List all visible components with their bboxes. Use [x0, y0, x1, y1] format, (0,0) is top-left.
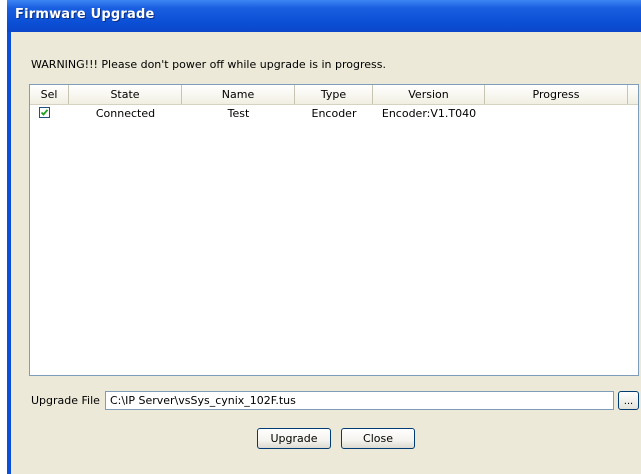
cell-name: Test [227, 107, 250, 120]
cell-version: Encoder:V1.T040 [381, 107, 477, 120]
upgrade-button[interactable]: Upgrade [257, 428, 331, 449]
row-select-checkbox[interactable] [39, 107, 50, 118]
window-title: Firmware Upgrade [15, 7, 155, 22]
column-header-name[interactable]: Name [182, 85, 295, 104]
column-header-version[interactable]: Version [373, 85, 485, 104]
upgrade-file-input[interactable] [105, 391, 614, 410]
title-bar[interactable]: Firmware Upgrade [7, 0, 641, 32]
upgrade-file-label: Upgrade File [31, 394, 100, 407]
cell-progress [485, 105, 628, 122]
dialog-body: WARNING!!! Please don't power off while … [11, 32, 641, 474]
close-button[interactable]: Close [341, 428, 415, 449]
cell-state: Connected [95, 107, 156, 120]
column-header-type[interactable]: Type [295, 85, 373, 104]
cell-type: Encoder [311, 107, 357, 120]
warning-message: WARNING!!! Please don't power off while … [31, 58, 386, 71]
list-header: Sel State Name Type Version Progress [30, 85, 638, 105]
browse-button[interactable]: ... [618, 391, 639, 410]
firmware-upgrade-window: Firmware Upgrade WARNING!!! Please don't… [7, 0, 641, 474]
column-header-sel[interactable]: Sel [30, 85, 69, 104]
checkmark-icon [40, 109, 49, 116]
column-header-state[interactable]: State [69, 85, 182, 104]
device-list[interactable]: Sel State Name Type Version Progress Con… [29, 84, 639, 376]
table-row[interactable]: Connected Test Encoder Encoder:V1.T040 [30, 105, 638, 122]
column-header-progress[interactable]: Progress [485, 85, 628, 104]
